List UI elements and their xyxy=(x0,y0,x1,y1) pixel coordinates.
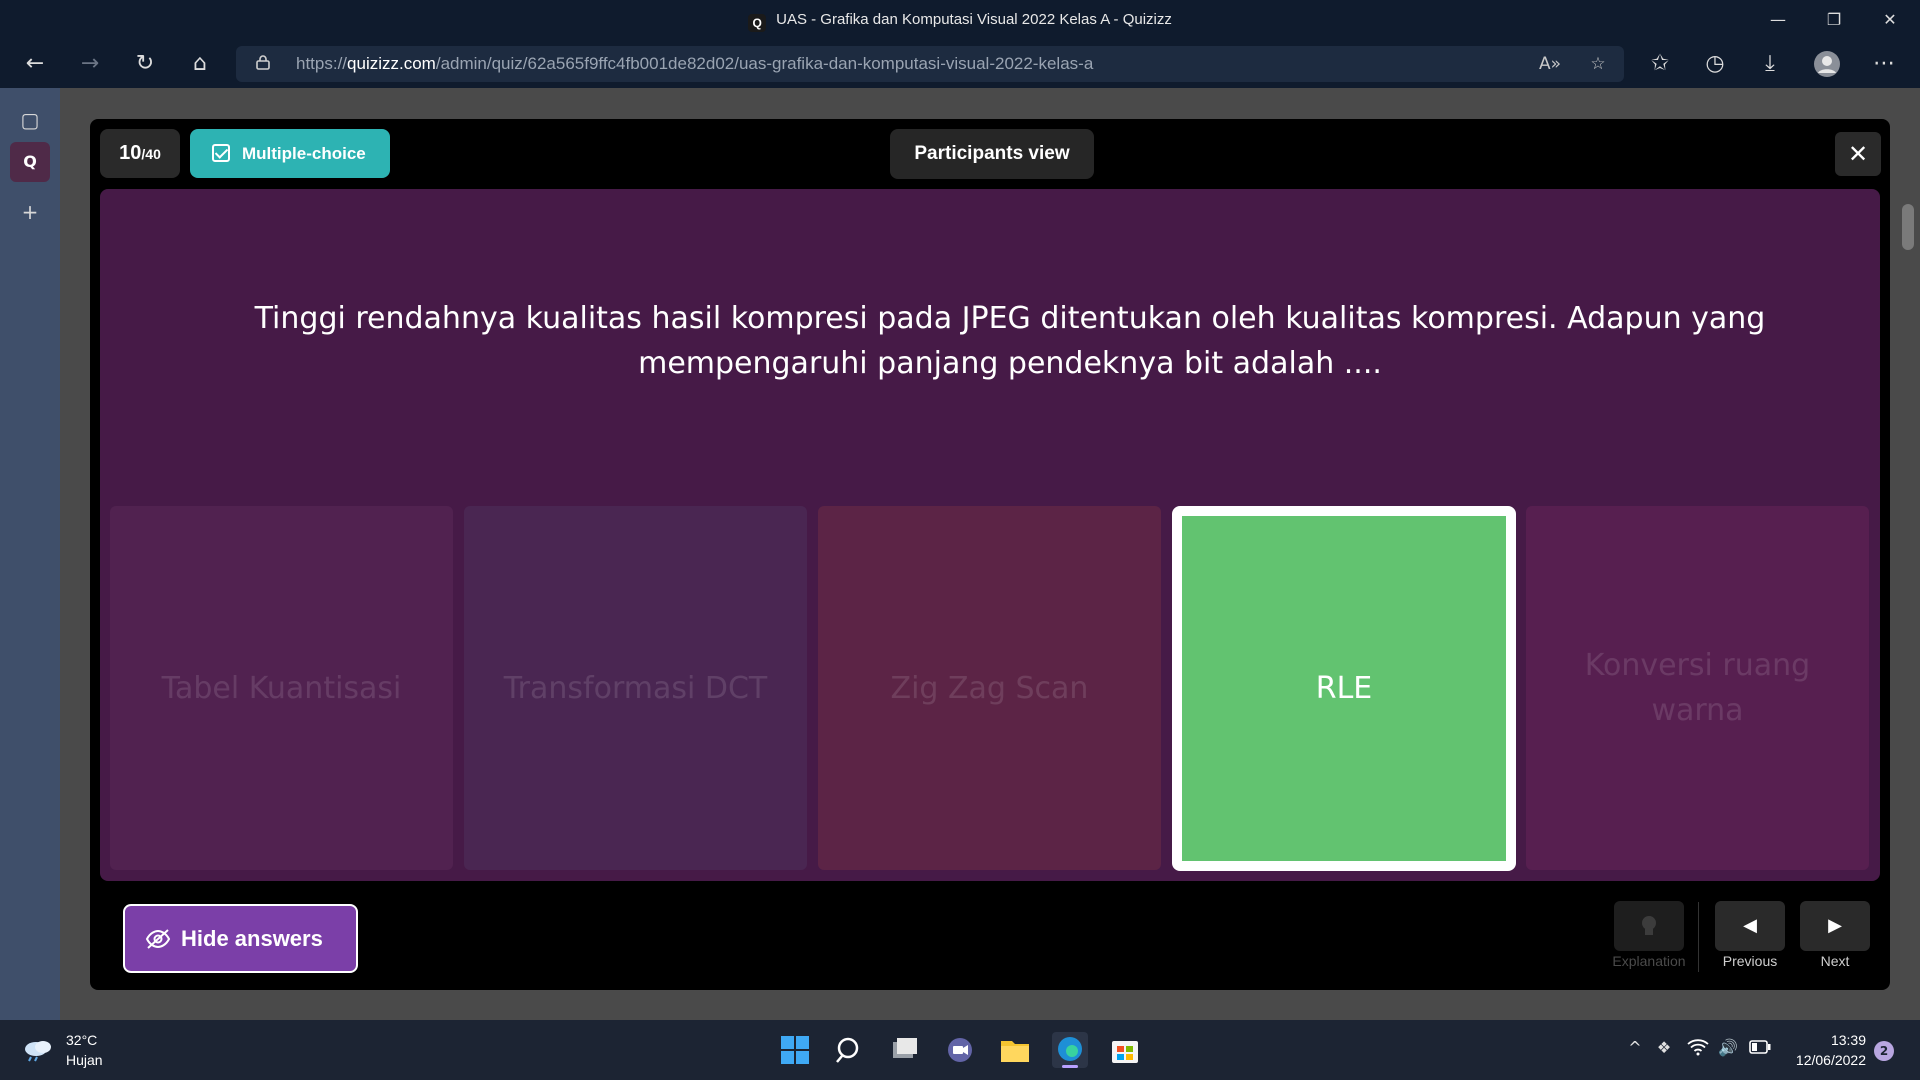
volume-icon[interactable]: 🔊 xyxy=(1716,1038,1740,1057)
question-type-label: Multiple-choice xyxy=(242,144,366,163)
chevron-up-icon[interactable]: ^ xyxy=(1623,1038,1647,1057)
screen: Q UAS - Grafika dan Komputasi Visual 2022… xyxy=(0,0,1920,1080)
window-title-text: UAS - Grafika dan Komputasi Visual 2022 … xyxy=(776,11,1172,28)
hide-answers-label: Hide answers xyxy=(181,926,323,951)
next-button[interactable]: ▶ xyxy=(1800,901,1870,951)
favorites-icon[interactable]: ✩ xyxy=(1642,46,1678,82)
file-explorer-icon[interactable] xyxy=(997,1032,1033,1068)
profile-icon[interactable] xyxy=(1809,46,1845,82)
browser-nav-bar: ← → ↻ ⌂ https://quizizz.com/admin/quiz/6… xyxy=(0,40,1920,88)
question-total: /40 xyxy=(141,146,161,162)
restore-icon[interactable]: ❐ xyxy=(1806,0,1862,40)
edge-browser-icon[interactable] xyxy=(1052,1032,1088,1068)
url-prefix: https:// xyxy=(296,54,348,73)
answer-option-correct[interactable]: RLE xyxy=(1172,506,1516,871)
back-icon[interactable]: ← xyxy=(17,46,53,82)
read-aloud-icon[interactable]: A» xyxy=(1538,52,1562,76)
next-arrow-icon: ▶ xyxy=(1828,915,1842,936)
teams-chat-icon[interactable] xyxy=(942,1032,978,1068)
rain-cloud-icon xyxy=(25,1041,51,1062)
quizizz-favicon-icon: Q xyxy=(748,14,767,32)
question-type-badge: Multiple-choice xyxy=(190,129,390,178)
tabs-icon[interactable]: ▢ xyxy=(10,100,50,140)
lock-icon[interactable] xyxy=(256,54,270,70)
answer-option-2[interactable]: Transformasi DCT xyxy=(464,506,807,870)
add-icon[interactable]: + xyxy=(10,192,50,232)
battery-icon[interactable] xyxy=(1748,1038,1772,1058)
clock-date: 12/06/2022 xyxy=(1795,1052,1866,1068)
quizizz-tab-icon[interactable]: Q xyxy=(10,142,50,182)
browser-title-bar: Q UAS - Grafika dan Komputasi Visual 2022… xyxy=(0,0,1920,40)
question-number-badge: 10/40 xyxy=(100,129,180,178)
close-icon[interactable]: ✕ xyxy=(1835,132,1881,176)
participants-view-button[interactable]: Participants view xyxy=(890,129,1094,179)
explanation-button[interactable] xyxy=(1614,901,1684,951)
browser-sidebar: ▢ Q + xyxy=(0,88,60,1020)
minimize-icon[interactable]: — xyxy=(1750,0,1806,40)
windows-start-icon[interactable] xyxy=(777,1032,813,1068)
question-number: 10 xyxy=(119,142,142,164)
explanation-label: Explanation xyxy=(1612,953,1686,969)
task-view-icon[interactable] xyxy=(887,1032,923,1068)
download-icon[interactable]: ⤓ xyxy=(1752,46,1788,82)
weather-condition: Hujan xyxy=(66,1052,103,1068)
clock-time: 13:39 xyxy=(1830,1032,1866,1048)
eye-off-icon xyxy=(145,929,171,949)
previous-arrow-icon: ◀ xyxy=(1743,915,1757,936)
forward-icon[interactable]: → xyxy=(72,46,108,82)
history-icon[interactable]: ◷ xyxy=(1697,46,1733,82)
dropbox-icon[interactable]: ❖ xyxy=(1652,1038,1676,1057)
add-favorite-icon[interactable]: ☆ xyxy=(1586,52,1610,76)
temperature: 32°C xyxy=(66,1032,98,1048)
scrollbar-thumb[interactable] xyxy=(1902,204,1914,250)
hide-answers-button[interactable]: Hide answers xyxy=(123,904,358,973)
wifi-icon[interactable] xyxy=(1686,1038,1710,1060)
url-path: /admin/quiz/62a565f9ffc4fb001de82d02/uas… xyxy=(435,54,1094,73)
close-window-icon[interactable]: ✕ xyxy=(1862,0,1918,40)
nav-divider xyxy=(1698,902,1699,972)
answer-option-1[interactable]: Tabel Kuantisasi xyxy=(110,506,453,870)
url-domain: quizizz.com xyxy=(347,54,436,73)
microsoft-store-icon[interactable] xyxy=(1107,1032,1143,1068)
address-bar[interactable]: https://quizizz.com/admin/quiz/62a565f9f… xyxy=(236,46,1624,82)
refresh-icon[interactable]: ↻ xyxy=(127,46,163,82)
search-icon[interactable] xyxy=(832,1032,868,1068)
answer-option-5[interactable]: Konversi ruang warna xyxy=(1526,506,1869,870)
window-title: Q UAS - Grafika dan Komputasi Visual 2022… xyxy=(0,11,1920,32)
home-icon[interactable]: ⌂ xyxy=(182,46,218,82)
more-icon[interactable]: ⋯ xyxy=(1866,46,1902,82)
notification-badge[interactable]: 2 xyxy=(1874,1041,1894,1061)
lightbulb-icon xyxy=(1642,916,1656,935)
answer-option-3[interactable]: Zig Zag Scan xyxy=(818,506,1161,870)
question-text: Tinggi rendahnya kualitas hasil kompresi… xyxy=(254,301,1766,381)
checkbox-icon xyxy=(212,144,230,162)
previous-button[interactable]: ◀ xyxy=(1715,901,1785,951)
next-label: Next xyxy=(1820,953,1850,969)
system-clock[interactable]: 13:39 12/06/2022 xyxy=(1776,1030,1866,1070)
correct-answer-label: RLE xyxy=(1182,516,1506,861)
url-text[interactable]: https://quizizz.com/admin/quiz/62a565f9f… xyxy=(296,54,1093,74)
